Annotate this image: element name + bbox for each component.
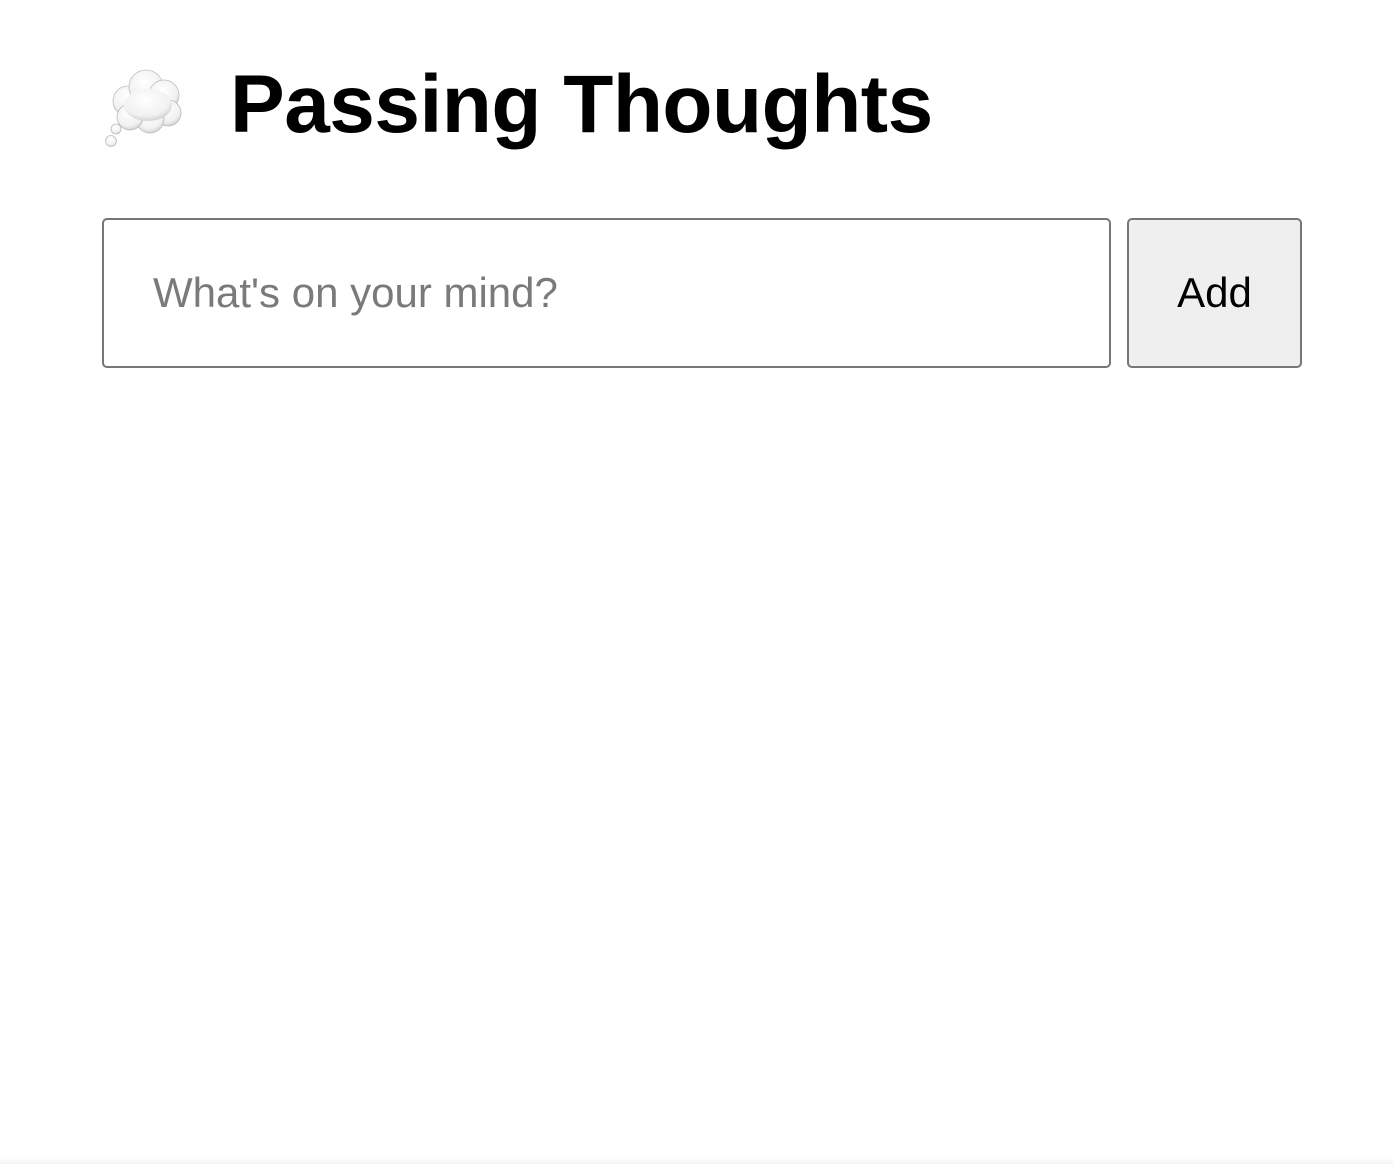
page-header: Passing Thoughts xyxy=(102,55,933,155)
page-title: Passing Thoughts xyxy=(230,59,933,150)
add-button[interactable]: Add xyxy=(1127,218,1302,368)
thought-input[interactable] xyxy=(102,218,1111,368)
thought-entry-form: Add xyxy=(102,218,1302,368)
thought-balloon-icon xyxy=(105,69,182,147)
bottom-edge xyxy=(0,1158,1393,1164)
